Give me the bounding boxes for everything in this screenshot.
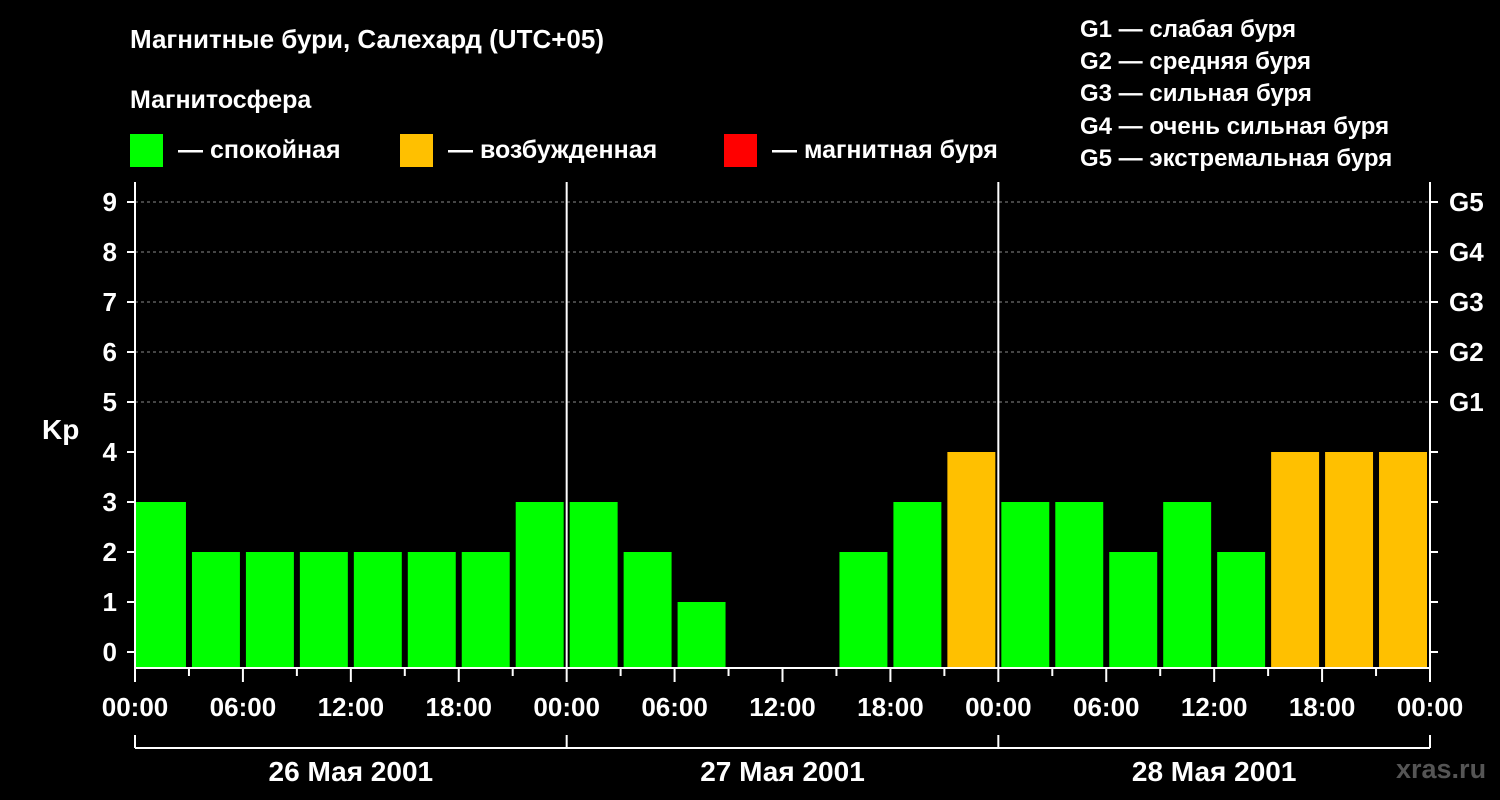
day-label-1: 27 Мая 2001: [700, 756, 865, 787]
x-tick-label-12: 00:00: [1397, 692, 1464, 722]
kp-bar-20: [1217, 552, 1266, 668]
x-tick-label-0: 00:00: [102, 692, 169, 722]
x-tick-label-5: 06:00: [641, 692, 708, 722]
kp-bar-9: [623, 552, 672, 668]
g-level-label-g4: G4: [1449, 237, 1484, 267]
x-tick-label-10: 12:00: [1181, 692, 1248, 722]
y-tick-label-7: 7: [103, 287, 117, 317]
y-tick-label-8: 8: [103, 237, 117, 267]
kp-bar-16: [1001, 502, 1050, 668]
kp-bar-3: [299, 552, 348, 668]
kp-bar-chart: 0 1 2 3 4 5 6 7 8 9 G1 G2 G3 G4 G5 Kp 00:00 06:00 12:00 18:…: [42, 182, 1484, 787]
kp-bar-15: [947, 452, 996, 668]
kp-bar-5: [407, 552, 456, 668]
kp-bar-14: [893, 502, 942, 668]
x-tick-label-2: 12:00: [318, 692, 385, 722]
x-tick-label-8: 00:00: [965, 692, 1032, 722]
kp-bar-18: [1109, 552, 1158, 668]
kp-bar-21: [1271, 452, 1320, 668]
kp-bar-23: [1379, 452, 1427, 668]
y-tick-label-2: 2: [103, 537, 117, 567]
y-axis-label: Kp: [42, 414, 79, 445]
day-label-2: 28 Мая 2001: [1132, 756, 1297, 787]
g-level-label-g1: G1: [1449, 387, 1484, 417]
watermark: xras.ru: [1396, 754, 1487, 784]
g-level-label-g3: G3: [1449, 287, 1484, 317]
kp-bar-17: [1055, 502, 1104, 668]
kp-bar-0: [136, 502, 186, 668]
y-tick-label-5: 5: [103, 387, 117, 417]
x-tick-label-7: 18:00: [857, 692, 924, 722]
g-level-label-g5: G5: [1449, 187, 1484, 217]
y-tick-label-4: 4: [103, 437, 118, 467]
kp-bar-2: [245, 552, 294, 668]
x-tick-label-11: 18:00: [1289, 692, 1356, 722]
kp-bar-8: [569, 502, 618, 668]
day-label-0: 26 Мая 2001: [269, 756, 434, 787]
y-tick-label-6: 6: [103, 337, 117, 367]
y-tick-label-3: 3: [103, 487, 117, 517]
x-tick-label-3: 18:00: [426, 692, 493, 722]
kp-bar-19: [1163, 502, 1212, 668]
kp-bar-10: [677, 602, 726, 668]
kp-bar-4: [353, 552, 402, 668]
x-tick-label-4: 00:00: [533, 692, 600, 722]
kp-bar-7: [515, 502, 564, 668]
x-tick-label-6: 12:00: [749, 692, 816, 722]
kp-bar-1: [191, 552, 240, 668]
x-tick-label-9: 06:00: [1073, 692, 1140, 722]
y-tick-label-9: 9: [103, 187, 117, 217]
kp-bar-6: [461, 552, 510, 668]
y-tick-label-0: 0: [103, 637, 117, 667]
x-tick-label-1: 06:00: [210, 692, 277, 722]
kp-bar-13: [839, 552, 888, 668]
kp-bar-22: [1325, 452, 1374, 668]
y-tick-label-1: 1: [103, 587, 117, 617]
g-level-label-g2: G2: [1449, 337, 1484, 367]
